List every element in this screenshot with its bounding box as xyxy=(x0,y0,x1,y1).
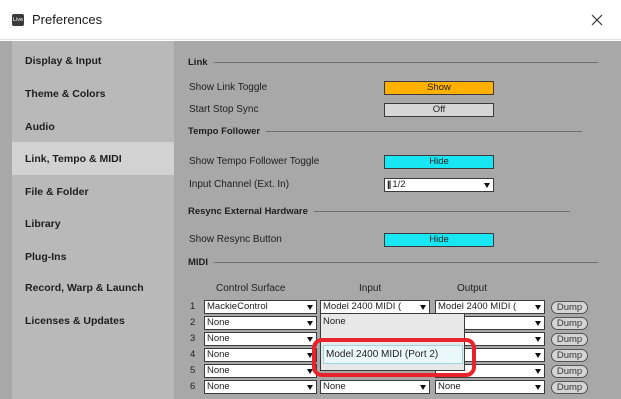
sidebar-item-theme-colors[interactable]: Theme & Colors xyxy=(12,77,174,110)
col-header-output: Output xyxy=(457,283,488,294)
chevron-down-icon xyxy=(307,321,313,326)
midi-row-number: 4 xyxy=(190,349,196,360)
close-icon xyxy=(591,14,603,26)
highlight-callout xyxy=(312,338,476,377)
chevron-down-icon xyxy=(535,369,541,374)
midi-output-value: None xyxy=(438,381,461,392)
section-resync-hardware: Resync External Hardware xyxy=(188,204,570,218)
chevron-down-icon xyxy=(535,385,541,390)
dump-button-1[interactable]: Dump xyxy=(551,301,588,314)
control-surface-value: None xyxy=(207,349,230,360)
chevron-down-icon xyxy=(307,337,313,342)
dropdown-option-none[interactable]: None xyxy=(323,316,346,327)
col-header-input: Input xyxy=(359,283,382,294)
show-tempo-follower-label: Show Tempo Follower Toggle xyxy=(189,156,320,167)
preferences-body: Display & Input Theme & Colors Audio Lin… xyxy=(0,41,621,399)
section-divider xyxy=(266,130,583,132)
start-stop-sync-label: Start Stop Sync xyxy=(189,104,259,115)
section-resync-title: Resync External Hardware xyxy=(188,205,308,217)
chevron-down-icon xyxy=(420,385,426,390)
chevron-down-icon xyxy=(420,305,426,310)
section-link-title: Link xyxy=(188,56,208,68)
sidebar: Display & Input Theme & Colors Audio Lin… xyxy=(12,41,174,399)
sidebar-item-display-input[interactable]: Display & Input xyxy=(12,44,174,77)
close-button[interactable] xyxy=(583,6,611,34)
sidebar-item-record-warp-launch[interactable]: Record, Warp & Launch xyxy=(12,271,174,304)
section-midi: MIDI xyxy=(188,255,599,269)
input-channel-select[interactable]: || 1/2 xyxy=(384,178,494,192)
midi-input-value: Model 2400 MIDI ( xyxy=(323,301,402,312)
section-link: Link xyxy=(188,55,598,69)
window-titlebar: Live Preferences xyxy=(0,0,621,40)
sidebar-item-audio[interactable]: Audio xyxy=(12,110,174,143)
chevron-down-icon xyxy=(535,353,541,358)
sidebar-item-plug-ins[interactable]: Plug-Ins xyxy=(12,240,174,273)
sidebar-item-link-tempo-midi[interactable]: Link, Tempo & MIDI xyxy=(12,142,174,175)
show-resync-label: Show Resync Button xyxy=(189,234,282,245)
midi-output-select-1[interactable]: Model 2400 MIDI ( xyxy=(435,300,545,314)
dump-button-3[interactable]: Dump xyxy=(551,333,588,346)
midi-row-number: 1 xyxy=(190,301,196,312)
section-divider xyxy=(214,261,599,263)
midi-row-number: 6 xyxy=(190,381,196,392)
chevron-down-icon xyxy=(484,183,490,188)
dump-button-4[interactable]: Dump xyxy=(551,349,588,362)
col-header-control-surface: Control Surface xyxy=(216,283,286,294)
control-surface-select-6[interactable]: None xyxy=(204,380,317,394)
control-surface-value: None xyxy=(207,333,230,344)
channel-pair-icon: || xyxy=(387,179,391,190)
midi-output-select-6[interactable]: None xyxy=(435,380,545,394)
section-midi-title: MIDI xyxy=(188,256,209,268)
chevron-down-icon xyxy=(535,337,541,342)
section-divider xyxy=(313,210,570,212)
show-link-toggle-button[interactable]: Show xyxy=(384,81,494,95)
midi-row-number: 5 xyxy=(190,365,196,376)
show-tempo-follower-button[interactable]: Hide xyxy=(384,155,494,169)
sidebar-item-licenses-updates[interactable]: Licenses & Updates xyxy=(12,304,174,337)
dump-button-2[interactable]: Dump xyxy=(551,317,588,330)
control-surface-value: None xyxy=(207,365,230,376)
control-surface-value: MackieControl xyxy=(207,301,268,312)
show-link-toggle-label: Show Link Toggle xyxy=(189,82,268,93)
sidebar-item-library[interactable]: Library xyxy=(12,207,174,240)
show-resync-button[interactable]: Hide xyxy=(384,233,494,247)
control-surface-value: None xyxy=(207,317,230,328)
section-tempo-follower-title: Tempo Follower xyxy=(188,125,261,137)
chevron-down-icon xyxy=(535,305,541,310)
midi-input-select-1[interactable]: Model 2400 MIDI ( xyxy=(320,300,430,314)
control-surface-select-1[interactable]: MackieControl xyxy=(204,300,317,314)
midi-input-select-6[interactable]: None xyxy=(320,380,430,394)
chevron-down-icon xyxy=(307,305,313,310)
section-tempo-follower: Tempo Follower xyxy=(188,124,583,138)
start-stop-sync-button[interactable]: Off xyxy=(384,103,494,117)
midi-row-number: 3 xyxy=(190,333,196,344)
midi-output-value: Model 2400 MIDI ( xyxy=(438,301,517,312)
app-icon: Live xyxy=(12,14,24,26)
section-divider xyxy=(213,61,598,63)
chevron-down-icon xyxy=(535,321,541,326)
midi-row-number: 2 xyxy=(190,317,196,328)
dump-button-5[interactable]: Dump xyxy=(551,365,588,378)
input-channel-label: Input Channel (Ext. In) xyxy=(189,179,290,190)
control-surface-value: None xyxy=(207,381,230,392)
control-surface-select-2[interactable]: None xyxy=(204,316,317,330)
control-surface-select-4[interactable]: None xyxy=(204,348,317,362)
sidebar-item-file-folder[interactable]: File & Folder xyxy=(12,175,174,208)
control-surface-select-3[interactable]: None xyxy=(204,332,317,346)
input-channel-value: 1/2 xyxy=(392,179,406,190)
window-title: Preferences xyxy=(32,12,103,27)
chevron-down-icon xyxy=(307,385,313,390)
control-surface-select-5[interactable]: None xyxy=(204,364,317,378)
midi-input-value: None xyxy=(323,381,346,392)
dump-button-6[interactable]: Dump xyxy=(551,381,588,394)
